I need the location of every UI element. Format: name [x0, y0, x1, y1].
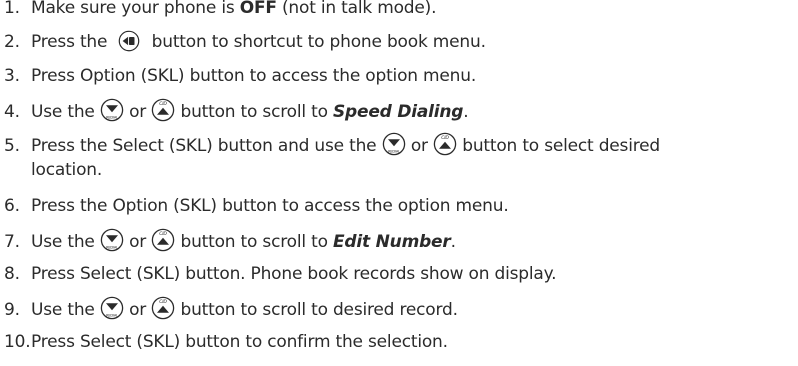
step-10: 10.Press Select (SKL) button to confirm … — [4, 330, 794, 354]
svg-text:CID: CID — [160, 299, 168, 305]
step-2: 2. Press the button to shortcut to phone … — [4, 30, 794, 54]
step-text: Press Option (SKL) button to access the … — [31, 66, 477, 86]
step-number: 4. — [4, 102, 20, 122]
step-text: Press the — [31, 32, 113, 52]
step-text: Make sure your phone is — [31, 0, 240, 18]
phonebook-icon — [112, 30, 146, 52]
menu-item-name: Edit Number — [332, 232, 451, 252]
step-3: 3. Press Option (SKL) button to access th… — [4, 64, 794, 88]
step-emphasis: OFF — [239, 0, 277, 18]
step-5: 5. Press the Select (SKL) button and use … — [4, 132, 794, 182]
step-text: or — [405, 136, 434, 156]
svg-text:CID: CID — [441, 135, 449, 141]
step-text: or — [123, 102, 152, 122]
instruction-document: 1. Make sure your phone is OFF (not in ta… — [0, 0, 798, 366]
step-number: 2. — [4, 32, 20, 52]
redial-down-icon: REDIAL — [100, 296, 124, 320]
step-number: 7. — [4, 232, 20, 252]
cid-up-icon: CID — [151, 296, 175, 320]
redial-down-icon: REDIAL — [382, 132, 406, 156]
step-1: 1. Make sure your phone is OFF (not in ta… — [4, 0, 794, 20]
step-text: button to scroll to — [175, 102, 333, 122]
redial-down-icon: REDIAL — [100, 228, 124, 252]
svg-text:CID: CID — [160, 231, 168, 237]
step-text: Press Select (SKL) button to confirm the… — [31, 332, 448, 352]
cid-up-icon: CID — [433, 132, 457, 156]
svg-text:REDIAL: REDIAL — [106, 116, 118, 120]
svg-text:REDIAL: REDIAL — [106, 314, 118, 318]
menu-item-name: Speed Dialing — [332, 102, 464, 122]
step-text: Use the — [31, 232, 100, 252]
svg-text:REDIAL: REDIAL — [388, 150, 400, 154]
step-text: Press the Select (SKL) button and use th… — [31, 136, 382, 156]
step-9: 9. Use the REDIAL or CID button to scroll… — [4, 296, 794, 322]
step-number: 8. — [4, 264, 20, 284]
svg-text:REDIAL: REDIAL — [106, 246, 118, 250]
step-text: or — [123, 300, 152, 320]
step-6: 6. Press the Option (SKL) button to acces… — [4, 194, 794, 218]
step-continuation: location. — [31, 160, 103, 180]
step-text: Use the — [31, 300, 100, 320]
step-number: 9. — [4, 300, 20, 320]
step-text: . — [450, 232, 456, 252]
cid-up-icon: CID — [151, 98, 175, 122]
step-text: Use the — [31, 102, 100, 122]
step-text: Press Select (SKL) button. Phone book re… — [31, 264, 557, 284]
step-number: 5. — [4, 136, 20, 156]
step-text: button to shortcut to phone book menu. — [146, 32, 486, 52]
step-number: 6. — [4, 196, 20, 216]
step-4: 4. Use the REDIAL or CID button to scroll… — [4, 98, 794, 124]
step-text: Press the Option (SKL) button to access … — [31, 196, 509, 216]
step-number: 1. — [4, 0, 20, 18]
step-text: button to scroll to desired record. — [175, 300, 458, 320]
step-text: (not in talk mode). — [276, 0, 437, 18]
cid-up-icon: CID — [151, 228, 175, 252]
step-number: 10. — [4, 332, 31, 352]
step-text: . — [463, 102, 469, 122]
step-text: or — [123, 232, 152, 252]
step-8: 8. Press Select (SKL) button. Phone book … — [4, 262, 794, 286]
step-text: button to scroll to — [175, 232, 333, 252]
redial-down-icon: REDIAL — [100, 98, 124, 122]
step-7: 7. Use the REDIAL or CID button to scroll… — [4, 228, 794, 254]
step-number: 3. — [4, 66, 20, 86]
svg-text:CID: CID — [160, 101, 168, 107]
step-text: button to select desired — [457, 136, 661, 156]
